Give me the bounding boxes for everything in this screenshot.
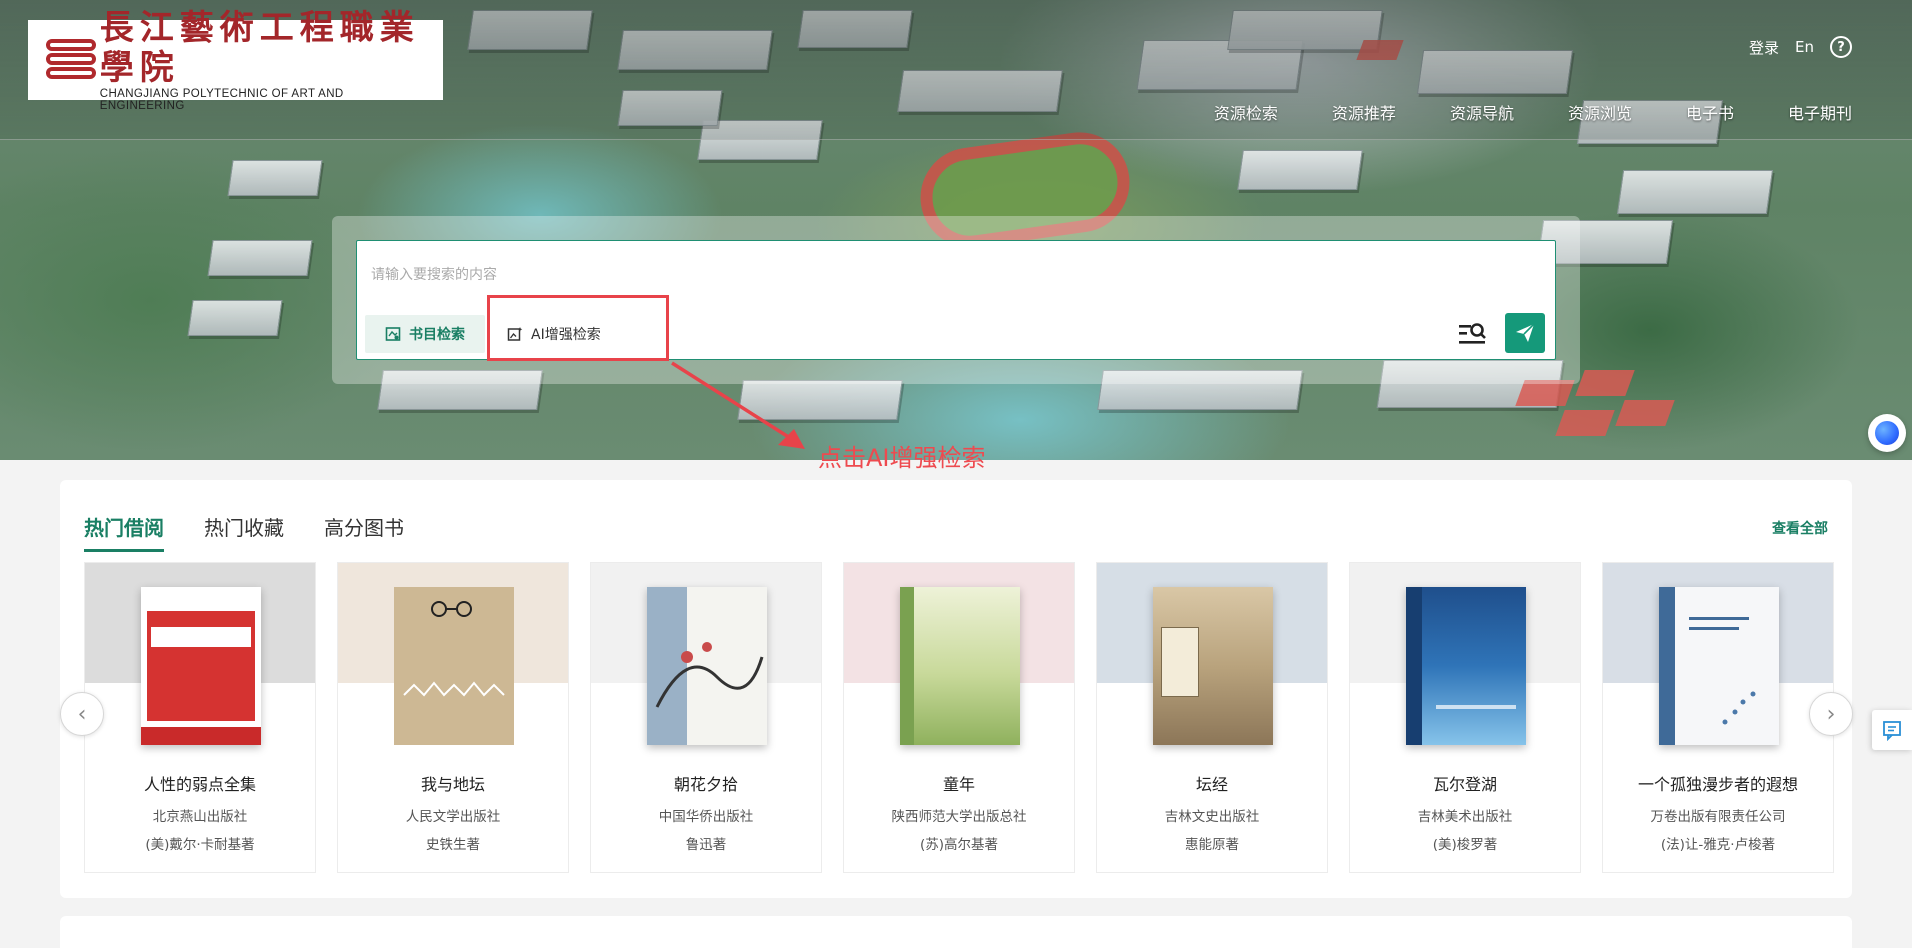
- feedback-icon: [1883, 721, 1901, 741]
- book-title: 人性的弱点全集: [143, 775, 256, 794]
- nav-item-resource-recommend[interactable]: 资源推荐: [1332, 100, 1396, 124]
- book-card[interactable]: 坛经 吉林文史出版社 惠能原著: [1096, 562, 1328, 873]
- carousel-next-button[interactable]: ›: [1809, 692, 1853, 736]
- book-cover: [1153, 587, 1273, 745]
- search-input[interactable]: [371, 259, 1521, 289]
- book-cover: [1659, 587, 1779, 745]
- book-card[interactable]: 瓦尔登湖 吉林美术出版社 (美)梭罗著: [1349, 562, 1581, 873]
- send-icon: [1516, 323, 1535, 342]
- logo-emblem-icon: [42, 31, 96, 89]
- site-logo[interactable]: 長江藝術工程職業學院 CHANGJIANG POLYTECHNIC OF ART…: [28, 8, 443, 112]
- chevron-right-icon: ›: [1826, 701, 1836, 727]
- help-icon[interactable]: ?: [1830, 36, 1852, 58]
- book-title: 朝花夕拾: [673, 775, 738, 794]
- book-cover: [394, 587, 514, 745]
- book-author: 史铁生著: [426, 837, 480, 853]
- annotation-highlight-box: [487, 295, 669, 361]
- advanced-search-icon[interactable]: [1457, 321, 1487, 347]
- annotation-arrow-icon: [671, 361, 805, 449]
- top-links: 登录 En ?: [1749, 36, 1852, 58]
- nav-item-ejournal[interactable]: 电子期刊: [1788, 100, 1852, 124]
- main-nav: 资源检索 资源推荐 资源导航 资源浏览 电子书 电子期刊: [1160, 100, 1852, 124]
- tab-hot-collect[interactable]: 热门收藏: [204, 512, 284, 552]
- catalog-search-icon: [385, 327, 401, 341]
- book-card[interactable]: 一个孤独漫步者的遐想 万卷出版有限责任公司 (法)让-雅克·卢梭著: [1602, 562, 1834, 873]
- book-cover: [141, 587, 261, 745]
- logo-chinese-name: 長江藝術工程職業學院: [99, 8, 420, 88]
- book-title: 一个孤独漫步者的遐想: [1637, 775, 1798, 794]
- view-all-link[interactable]: 查看全部: [1772, 518, 1828, 538]
- logo-english-name: CHANGJIANG POLYTECHNIC OF ART AND ENGINE…: [99, 88, 344, 112]
- chevron-left-icon: ‹: [77, 701, 87, 727]
- book-title: 坛经: [1195, 775, 1228, 794]
- book-cover: [900, 587, 1020, 745]
- carousel-prev-button[interactable]: ‹: [60, 692, 104, 736]
- login-link[interactable]: 登录: [1749, 37, 1779, 58]
- book-author: (美)梭罗著: [1432, 837, 1498, 853]
- catalog-search-label: 书目检索: [409, 327, 465, 343]
- book-publisher: 吉林文史出版社: [1164, 809, 1260, 825]
- next-section-card: [60, 916, 1852, 948]
- book-title: 我与地坛: [420, 775, 485, 794]
- book-cover: [647, 587, 767, 745]
- tab-hot-borrow[interactable]: 热门借阅: [84, 512, 164, 552]
- tab-high-rated[interactable]: 高分图书: [324, 512, 404, 552]
- book-publisher: 万卷出版有限责任公司: [1650, 809, 1786, 825]
- annotation-text: 点击AI增强检索: [818, 444, 986, 472]
- book-title: 瓦尔登湖: [1432, 775, 1497, 794]
- nav-item-resource-search[interactable]: 资源检索: [1214, 100, 1278, 124]
- book-card[interactable]: 我与地坛 人民文学出版社 史铁生著: [337, 562, 569, 873]
- book-list: 人性的弱点全集 北京燕山出版社 (美)戴尔·卡耐基著 我与地坛 人民文学出版社 …: [84, 562, 1834, 873]
- catalog-search-button[interactable]: 书目检索: [365, 315, 485, 353]
- book-card[interactable]: 朝花夕拾 中国华侨出版社 鲁迅著: [590, 562, 822, 873]
- nav-item-ebook[interactable]: 电子书: [1686, 100, 1734, 124]
- book-author: 惠能原著: [1185, 837, 1239, 853]
- search-submit-button[interactable]: [1505, 313, 1545, 353]
- popular-books-section: 热门借阅 热门收藏 高分图书 查看全部 人性的弱点全集 北京燕山出版社 (美)戴…: [60, 480, 1852, 898]
- feedback-float-button[interactable]: [1872, 710, 1912, 750]
- book-publisher: 中国华侨出版社: [658, 809, 754, 825]
- book-publisher: 人民文学出版社: [405, 809, 501, 825]
- book-author: (美)戴尔·卡耐基著: [145, 837, 255, 853]
- book-author: (苏)高尔基著: [919, 837, 999, 853]
- book-card[interactable]: 人性的弱点全集 北京燕山出版社 (美)戴尔·卡耐基著: [84, 562, 316, 873]
- ai-assistant-float-button[interactable]: [1868, 414, 1906, 452]
- book-publisher: 吉林美术出版社: [1417, 809, 1513, 825]
- language-switch[interactable]: En: [1795, 38, 1814, 56]
- book-title: 童年: [942, 775, 975, 794]
- book-publisher: 北京燕山出版社: [152, 809, 248, 825]
- ai-assistant-icon: [1875, 421, 1899, 445]
- book-author: 鲁迅著: [685, 837, 727, 853]
- book-author: (法)让-雅克·卢梭著: [1660, 837, 1776, 853]
- book-publisher: 陕西师范大学出版总社: [891, 809, 1027, 825]
- book-cover: [1406, 587, 1526, 745]
- nav-item-resource-navigation[interactable]: 资源导航: [1450, 100, 1514, 124]
- nav-item-resource-browse[interactable]: 资源浏览: [1568, 100, 1632, 124]
- book-tabs: 热门借阅 热门收藏 高分图书: [84, 512, 404, 552]
- book-card[interactable]: 童年 陕西师范大学出版总社 (苏)高尔基著: [843, 562, 1075, 873]
